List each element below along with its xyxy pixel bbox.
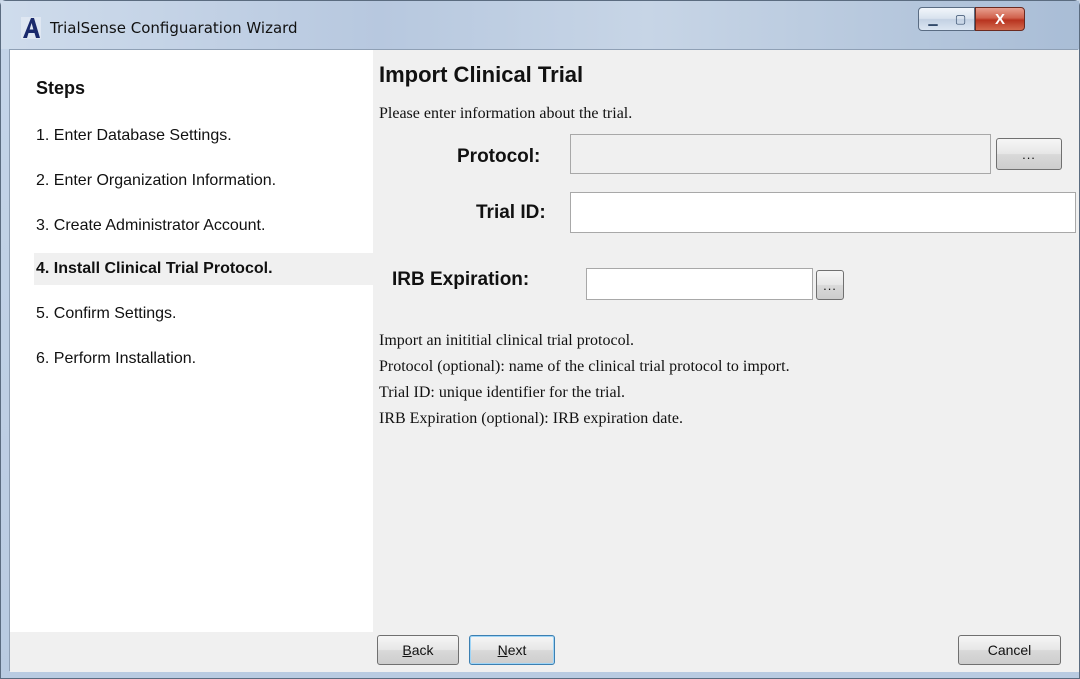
steps-title: Steps (36, 78, 86, 98)
maximize-icon: ▢ (954, 12, 967, 26)
trial-id-label: Trial ID: (476, 202, 546, 223)
protocol-field[interactable] (570, 134, 991, 174)
steps-panel: Steps 1. Enter Database Settings. 2. Ent… (10, 50, 373, 672)
app-logo-icon (21, 17, 41, 39)
wizard-window: TrialSense Configuaration Wizard ▁ ▢ X S… (0, 0, 1080, 679)
help-line-intro: Import an inititial clinical trial proto… (379, 332, 635, 349)
cancel-button[interactable]: Cancel (958, 635, 1061, 665)
steps-panel-footer (10, 632, 373, 672)
ellipsis-icon: ... (1022, 146, 1036, 162)
help-line-irb: IRB Expiration (optional): IRB expiratio… (379, 410, 683, 427)
page-title: Import Clinical Trial (379, 62, 584, 87)
protocol-browse-button[interactable]: ... (996, 138, 1062, 170)
step-item-administrator: 3. Create Administrator Account. (36, 217, 266, 234)
next-accesskey: N (497, 642, 508, 658)
title-bar[interactable]: TrialSense Configuaration Wizard ▁ ▢ X (1, 1, 1079, 49)
step-item-database: 1. Enter Database Settings. (36, 127, 232, 144)
ellipsis-icon: ... (823, 277, 837, 293)
back-accesskey: B (402, 642, 412, 658)
wizard-content: Steps 1. Enter Database Settings. 2. Ent… (9, 49, 1079, 672)
back-label: ack (411, 642, 434, 658)
step-item-organization: 2. Enter Organization Information. (36, 172, 277, 189)
minimize-icon: ▁ (928, 12, 938, 26)
protocol-input[interactable] (571, 135, 990, 173)
step-item-confirm: 5. Confirm Settings. (36, 305, 177, 322)
step-item-protocol-active: 4. Install Clinical Trial Protocol. (34, 253, 373, 285)
main-panel: Import Clinical Trial Please enter infor… (373, 50, 1079, 672)
intro-text: Please enter information about the trial… (379, 105, 633, 122)
trial-id-field[interactable] (570, 192, 1076, 233)
irb-date-picker-button[interactable]: ... (816, 270, 844, 300)
back-button[interactable]: Back (377, 635, 459, 665)
next-label: ext (507, 642, 527, 658)
irb-expiration-input[interactable] (587, 269, 812, 299)
protocol-label: Protocol: (457, 146, 541, 167)
next-button[interactable]: Next (469, 635, 555, 665)
window-title: TrialSense Configuaration Wizard (50, 19, 298, 37)
trial-id-input[interactable] (571, 193, 1075, 232)
help-line-protocol: Protocol (optional): name of the clinica… (379, 358, 790, 375)
maximize-button[interactable]: ▢ (947, 7, 975, 31)
irb-expiration-field[interactable] (586, 268, 813, 300)
close-button[interactable]: X (975, 7, 1025, 31)
irb-expiration-label: IRB Expiration: (392, 269, 530, 290)
help-line-trial-id: Trial ID: unique identifier for the tria… (379, 384, 626, 401)
close-icon: X (994, 10, 1005, 28)
minimize-button[interactable]: ▁ (918, 7, 948, 31)
step-item-install: 6. Perform Installation. (36, 350, 197, 367)
